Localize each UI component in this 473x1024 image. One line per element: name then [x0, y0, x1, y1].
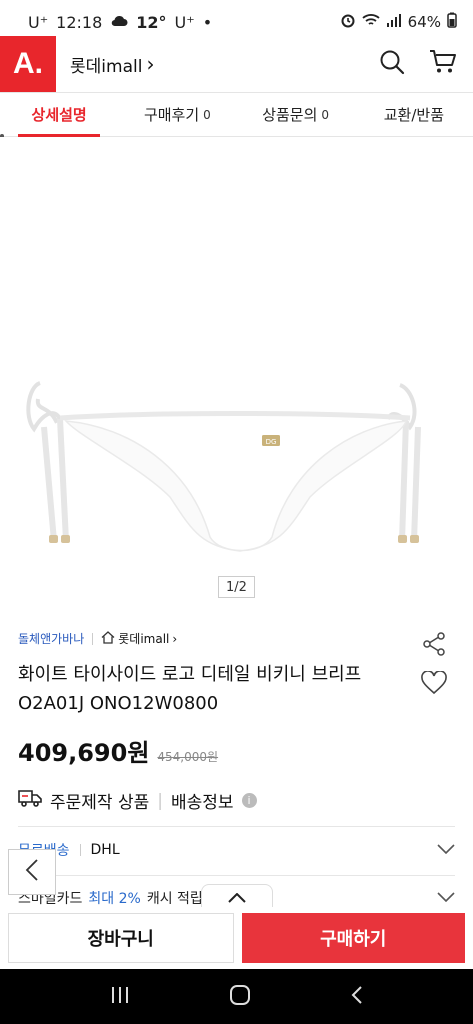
product-title: 화이트 타이사이드 로고 디테일 비키니 브리프 O2A01J ONO12W08…	[18, 664, 362, 714]
cart-icon[interactable]	[429, 49, 457, 79]
product-image[interactable]: DG	[0, 137, 473, 605]
temperature: 12°	[136, 12, 167, 32]
info-icon[interactable]: i	[241, 793, 257, 808]
buy-now-button[interactable]: 구매하기	[241, 913, 465, 963]
carrier-name: DHL	[90, 842, 120, 858]
card-suffix: 캐시 적립	[146, 891, 203, 907]
tab-reviews-label: 구매후기	[143, 106, 200, 124]
tab-detail[interactable]: 상세설명	[0, 93, 118, 137]
svg-text:DG: DG	[266, 438, 277, 446]
divider	[92, 632, 94, 645]
brand-name[interactable]: 돌체앤가바나	[18, 630, 84, 647]
card-highlight: 최대 2%	[88, 891, 141, 907]
tab-reviews[interactable]: 구매후기 0	[118, 93, 236, 136]
search-icon[interactable]	[379, 49, 405, 79]
divider	[18, 826, 455, 827]
wifi-icon	[362, 13, 380, 31]
store-chevron: ›	[172, 631, 178, 646]
divider	[18, 875, 455, 876]
image-pager: 1/2	[218, 576, 255, 598]
tab-inquiries-count: 0	[321, 107, 330, 122]
purchase-bar: 장바구니 구매하기	[0, 907, 473, 969]
back-nav-icon[interactable]	[350, 985, 364, 1009]
recent-apps-icon[interactable]	[110, 986, 130, 1008]
notification-dot: •	[202, 12, 213, 32]
battery-level: 64%	[407, 13, 441, 31]
clock: 12:18	[56, 12, 103, 32]
sale-price: 409,690원	[18, 739, 150, 767]
tab-inquiries-label: 상품문의	[262, 106, 318, 124]
tab-detail-label: 상세설명	[31, 106, 87, 124]
chevron-right-icon: ›	[146, 52, 155, 76]
divider: |	[157, 790, 163, 811]
shipping-info-link[interactable]: 배송정보	[171, 788, 234, 813]
carrier-label: U⁺	[28, 12, 49, 32]
tab-reviews-count: 0	[203, 107, 211, 122]
brand-logo[interactable]: A.	[0, 36, 56, 92]
system-nav-bar	[0, 969, 473, 1024]
store-name: 롯데imall	[118, 632, 170, 646]
truck-icon	[18, 789, 42, 812]
divider	[79, 844, 81, 856]
tab-returns[interactable]: 교환/반품	[355, 93, 473, 136]
weather-icon	[110, 13, 128, 32]
heart-icon[interactable]	[421, 670, 447, 699]
tab-inquiries[interactable]: 상품문의 0	[237, 93, 355, 136]
share-icon[interactable]	[422, 632, 446, 660]
mall-link-label: 롯데imall	[70, 56, 143, 77]
chevron-left-icon	[25, 858, 39, 886]
delivery-row[interactable]: 무료배송 DHL	[18, 840, 455, 860]
store-link[interactable]: 롯데imall ›	[101, 630, 177, 647]
shipping-row: 주문제작 상품 | 배송정보 i	[18, 788, 257, 813]
home-button-icon[interactable]	[229, 984, 251, 1010]
battery-icon	[447, 12, 457, 32]
brand-row: 돌체앤가바나 롯데imall ›	[18, 630, 177, 647]
chevron-down-icon[interactable]	[437, 890, 455, 906]
chevron-down-icon[interactable]	[437, 842, 455, 858]
order-made-label: 주문제작 상품	[50, 793, 150, 813]
chevron-up-icon	[228, 888, 246, 907]
tab-returns-label: 교환/반품	[383, 106, 444, 124]
carrier-label-2: U⁺	[174, 12, 195, 32]
product-tabs: 상세설명 구매후기 0 상품문의 0 교환/반품	[0, 92, 473, 137]
app-header: A. 롯데imall ›	[0, 36, 473, 92]
price-row: 409,690원 454,000원	[18, 733, 218, 768]
home-icon	[101, 630, 115, 647]
original-price: 454,000원	[157, 750, 219, 764]
alarm-icon	[340, 12, 356, 32]
signal-icon	[386, 13, 402, 31]
add-to-cart-button[interactable]: 장바구니	[8, 913, 234, 963]
back-button[interactable]	[8, 849, 56, 895]
mall-link[interactable]: 롯데imall ›	[70, 52, 154, 77]
